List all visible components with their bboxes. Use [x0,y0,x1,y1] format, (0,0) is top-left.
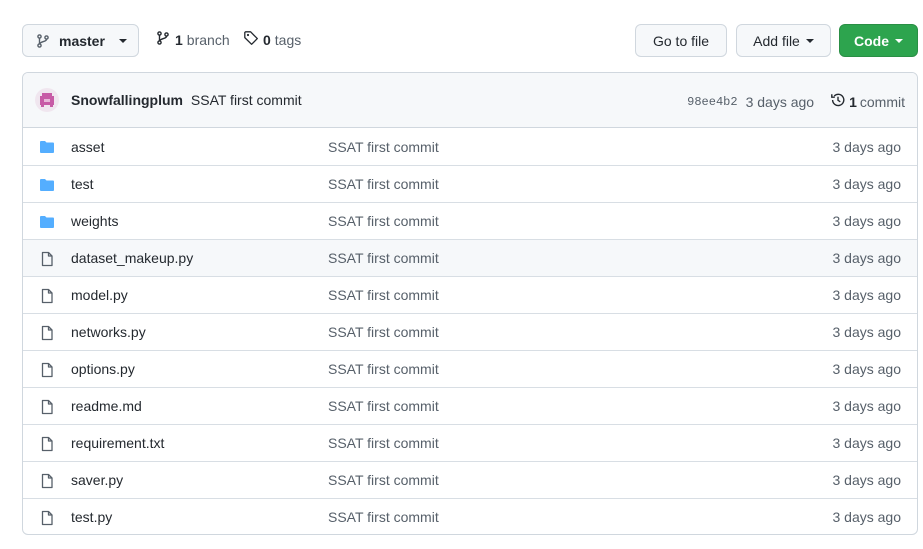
commit-details: 98ee4b2 3 days ago 1 commit [687,92,905,111]
file-commit-message-link[interactable]: SSAT first commit [328,398,439,414]
file-row[interactable]: options.py SSAT first commit 3 days ago [23,350,917,387]
tag-icon [243,30,259,49]
code-label: Code [854,32,889,49]
branch-select-button[interactable]: master [22,24,139,57]
file-commit-age: 3 days ago [832,138,902,155]
file-icon [39,473,55,489]
file-icon [39,325,55,341]
file-row[interactable]: saver.py SSAT first commit 3 days ago [23,461,917,498]
file-commit-message-link[interactable]: SSAT first commit [328,287,439,303]
tags-link[interactable]: 0 tags [243,30,301,49]
tag-label: tags [274,31,302,48]
go-to-file-button[interactable]: Go to file [635,24,727,57]
file-name-link[interactable]: readme.md [71,398,142,414]
file-commit-age: 3 days ago [832,361,902,377]
commit-count: 1 [849,93,857,110]
commit-sha-link[interactable]: 98ee4b2 [687,95,737,109]
file-row[interactable]: networks.py SSAT first commit 3 days ago [23,313,917,350]
file-name-link[interactable]: model.py [71,287,128,303]
file-commit-message-link[interactable]: SSAT first commit [328,472,439,488]
tag-count: 0 [263,31,271,48]
history-icon [830,92,846,111]
commits-history-link[interactable]: 1 commit [830,92,905,111]
file-commit-message-link[interactable]: SSAT first commit [328,250,439,266]
commit-author-link[interactable]: Snowfallingplum [71,92,183,108]
branch-name: master [59,32,105,49]
repo-toolbar: master 1 branch 0 tags Go to file Add fi… [0,0,923,72]
file-name-link[interactable]: requirement.txt [71,435,164,451]
file-name-link[interactable]: weights [71,213,118,229]
file-name-link[interactable]: asset [71,139,104,155]
file-commit-age: 3 days ago [832,250,902,266]
chevron-down-icon [895,38,903,43]
file-name-link[interactable]: options.py [71,361,135,377]
file-commit-age: 3 days ago [832,324,902,340]
file-commit-age: 3 days ago [832,213,902,229]
avatar[interactable] [35,88,59,112]
file-commit-message-link[interactable]: SSAT first commit [328,213,439,229]
chevron-down-icon [118,38,127,43]
git-branch-icon [155,30,171,49]
file-row[interactable]: readme.md SSAT first commit 3 days ago [23,387,917,424]
file-commit-age: 3 days ago [832,509,902,525]
file-commit-message-link[interactable]: SSAT first commit [328,361,439,377]
file-row[interactable]: test.py SSAT first commit 3 days ago [23,498,917,534]
file-commit-message-link[interactable]: SSAT first commit [328,324,439,340]
branch-label: branch [186,31,230,48]
latest-commit-text: Snowfallingplum SSAT first commit [71,92,302,108]
git-branch-icon [35,33,51,49]
file-row[interactable]: requirement.txt SSAT first commit 3 days a… [23,424,917,461]
file-icon [39,251,55,267]
file-icon [39,288,55,304]
file-commit-message-link[interactable]: SSAT first commit [328,139,439,155]
file-row[interactable]: dataset_makeup.py SSAT first commit 3 days… [23,239,917,276]
branch-count: 1 [175,31,183,48]
file-list: asset SSAT first commit 3 days ago test SSAT… [23,128,917,534]
file-name-link[interactable]: saver.py [71,472,123,488]
file-commit-age: 3 days ago [832,287,902,303]
commit-label: commit [859,93,905,110]
commit-message-link[interactable]: SSAT first commit [191,92,302,108]
file-commit-message-link[interactable]: SSAT first commit [328,509,439,525]
folder-icon [39,139,55,155]
file-commit-age: 3 days ago [832,176,902,192]
file-row[interactable]: asset SSAT first commit 3 days ago [23,128,917,165]
file-row[interactable]: weights SSAT first commit 3 days ago [23,202,917,239]
file-commit-age: 3 days ago [832,435,902,451]
file-icon [39,436,55,452]
latest-commit-bar: Snowfallingplum SSAT first commit 98ee4b… [23,73,917,128]
file-name-link[interactable]: dataset_makeup.py [71,250,193,266]
file-commit-message-link[interactable]: SSAT first commit [328,176,439,192]
file-name-link[interactable]: test.py [71,509,112,525]
branches-link[interactable]: 1 branch [155,30,230,49]
folder-icon [39,214,55,230]
code-button[interactable]: Code [839,24,918,57]
file-name-link[interactable]: networks.py [71,324,146,340]
file-icon [39,399,55,415]
commit-age: 3 days ago [745,93,815,110]
add-file-button[interactable]: Add file [736,24,831,57]
file-commit-message-link[interactable]: SSAT first commit [328,435,439,451]
file-browser: Snowfallingplum SSAT first commit 98ee4b… [22,72,918,535]
file-row[interactable]: model.py SSAT first commit 3 days ago [23,276,917,313]
add-file-label: Add file [753,32,800,49]
chevron-down-icon [805,38,814,43]
folder-icon [39,177,55,193]
file-commit-age: 3 days ago [832,472,902,488]
file-icon [39,362,55,378]
file-row[interactable]: test SSAT first commit 3 days ago [23,165,917,202]
file-icon [39,510,55,526]
file-commit-age: 3 days ago [832,398,902,414]
file-name-link[interactable]: test [71,176,94,192]
